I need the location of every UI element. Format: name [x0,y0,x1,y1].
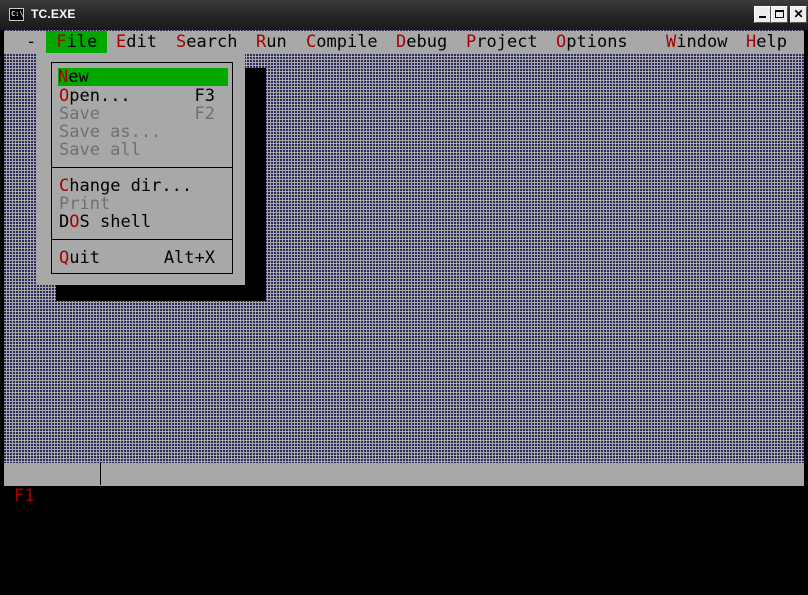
menu-search-hotkey: S [176,32,187,52]
menu-item-dos-shell[interactable]: DOS shell [59,213,227,231]
menu-item-save-all: Save all [59,140,141,160]
menu-window[interactable]: Window [666,31,727,53]
menu-item-quit-hotkey: Q [59,248,70,268]
menu-edit[interactable]: Edit [116,31,157,53]
menu-item-dos-shell-hotkey: O [69,212,80,232]
menu-separator [51,167,233,168]
menu-window-label: indow [676,32,728,52]
menu-project-label: roject [476,32,538,52]
ide-desktop: - File Edit Search Run Compile Debug Pro… [4,30,804,572]
maximize-button[interactable] [771,6,788,23]
status-help-key[interactable]: F1 [14,485,34,507]
system-menu[interactable]: - [26,31,36,53]
menu-item-dos-shell-prefix: D [59,212,70,232]
menu-file-label: ile [66,32,98,52]
menu-item-quit[interactable]: Quit Alt+X [59,249,227,267]
menu-bar: - File Edit Search Run Compile Debug Pro… [4,31,804,53]
menu-item-change-dir-label: hange dir... [69,176,193,196]
menu-item-save-label: Save [59,104,100,124]
close-icon: ✕ [793,7,804,21]
menu-help[interactable]: Help [746,31,787,53]
menu-item-new[interactable]: New [58,68,228,86]
status-divider [100,463,101,485]
menu-help-hotkey: H [746,32,757,52]
menu-item-print: Print [59,194,111,214]
menu-edit-hotkey: E [116,32,127,52]
menu-item-save: Save F2 [59,105,227,123]
title-bar[interactable]: C:\ TC.EXE ✕ [0,0,808,30]
menu-item-new-label: ew [68,67,89,87]
menu-separator [51,239,233,240]
menu-run[interactable]: Run [256,31,287,53]
menu-item-save-as: Save as... [59,122,162,142]
menu-file-hotkey: F [56,32,67,52]
menu-item-open-label: pen... [69,86,131,106]
menu-search-label: earch [186,32,238,52]
menu-run-hotkey: R [256,32,267,52]
close-button[interactable]: ✕ [790,6,807,23]
menu-item-save-shortcut: F2 [194,104,215,124]
console-icon: C:\ [9,8,24,21]
file-menu-dropdown: New Open... F3 Save F2 Save as... Save all… [37,53,245,285]
menu-compile-hotkey: C [306,32,317,52]
minimize-button[interactable] [754,6,771,23]
menu-debug[interactable]: Debug [396,31,447,53]
minimize-icon [759,16,766,18]
menu-debug-hotkey: D [396,32,407,52]
menu-window-hotkey: W [666,32,677,52]
menu-item-new-hotkey: N [58,67,69,87]
menu-edit-label: dit [126,32,157,52]
menu-project-hotkey: P [466,32,477,52]
menu-item-dos-shell-label: S shell [79,212,152,232]
menu-item-quit-label: uit [69,248,100,268]
menu-project[interactable]: Project [466,31,538,53]
status-help-label: Help [44,508,85,528]
menu-compile-label: ompile [316,32,378,52]
window-title: TC.EXE [31,7,76,21]
menu-item-open-shortcut: F3 [194,86,215,106]
menu-debug-label: ebug [406,32,448,52]
menu-help-label: elp [756,32,787,52]
menu-item-change-dir-hotkey: C [59,176,70,196]
menu-item-open-hotkey: O [59,86,70,106]
menu-file[interactable]: File [46,31,108,53]
menu-item-open[interactable]: Open... F3 [59,87,227,105]
status-message: Create a new file in a new Edit window [116,552,505,572]
menu-item-quit-shortcut: Alt+X [163,248,215,268]
menu-search[interactable]: Search [176,31,237,53]
status-bar: F1 Help Create a new file in a new Edit … [4,463,804,572]
menu-item-change-dir[interactable]: Change dir... [59,177,227,195]
maximize-icon [775,10,784,18]
menu-options-hotkey: O [556,32,567,52]
menu-compile[interactable]: Compile [306,31,378,53]
menu-options[interactable]: Options [556,31,628,53]
menu-options-label: ptions [566,32,628,52]
menu-run-label: un [266,32,287,52]
